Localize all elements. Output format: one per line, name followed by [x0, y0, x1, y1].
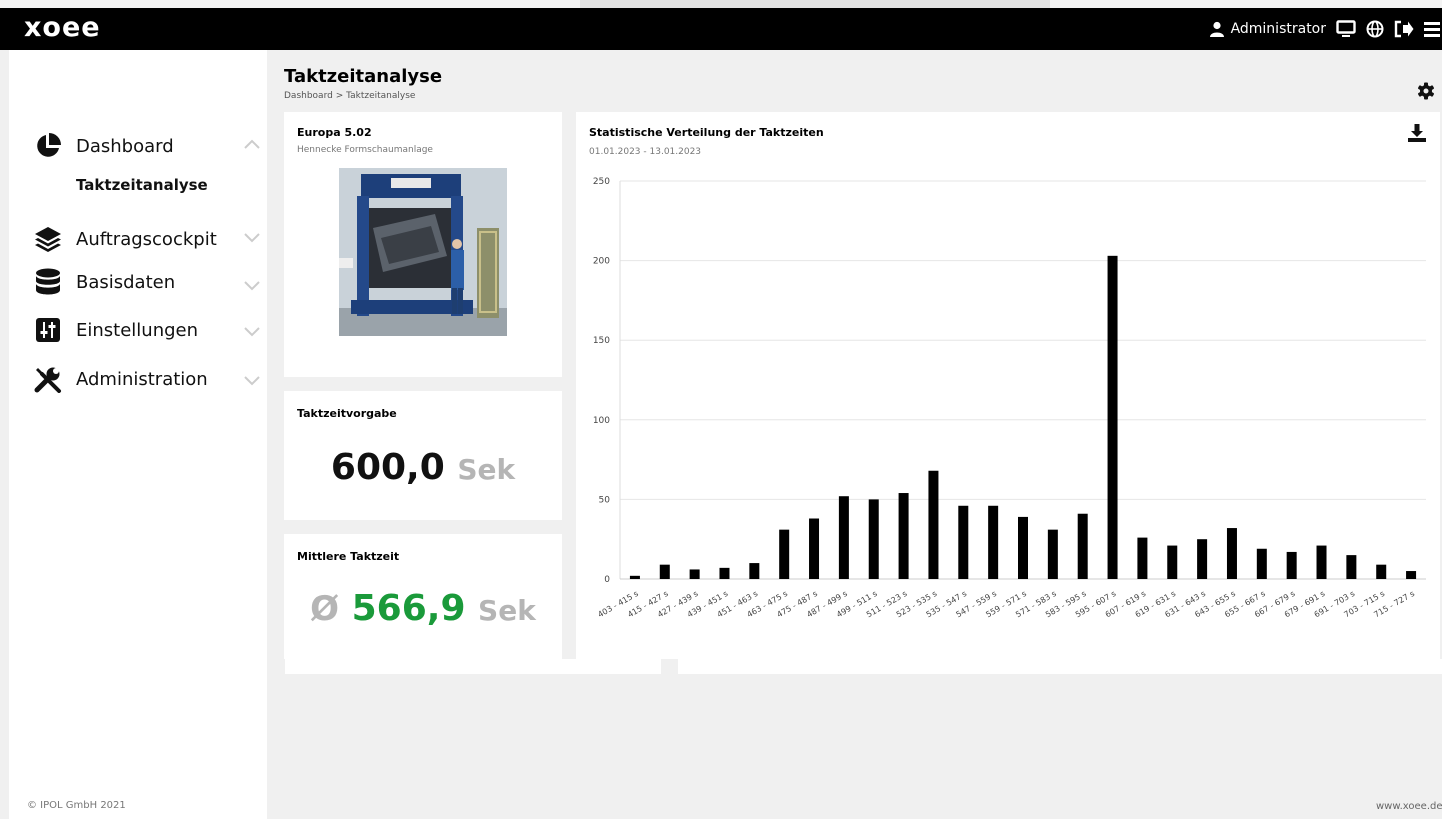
sidebar-item-label: Auftragscockpit [76, 228, 217, 250]
histogram-bar [1256, 548, 1267, 579]
histogram-bar [689, 569, 700, 579]
histogram-bar [838, 496, 849, 579]
chevron-down-icon [244, 376, 260, 386]
monitor-icon[interactable] [1336, 20, 1356, 38]
histogram-bar [749, 563, 760, 579]
machine-type: Hennecke Formschaumanlage [297, 145, 433, 155]
histogram-bar [1167, 545, 1178, 579]
target-value-display: 600,0 Sek [284, 447, 562, 488]
sidebar-item-label: Dashboard [76, 135, 174, 157]
histogram-bar [958, 505, 969, 579]
logout-icon[interactable] [1394, 20, 1414, 38]
machine-image [339, 168, 507, 336]
breadcrumb[interactable]: Dashboard > Taktzeitanalyse [284, 91, 415, 101]
histogram-bar [659, 564, 670, 579]
copyright-text: © IPOL GmbH 2021 [27, 800, 126, 811]
cycle-time-distribution-card: Statistische Verteilung der Taktzeiten 0… [576, 112, 1440, 659]
mean-unit: Sek [478, 594, 536, 627]
target-unit: Sek [457, 453, 516, 486]
user-name: Administrator [1230, 21, 1326, 37]
gear-icon[interactable] [1417, 82, 1435, 100]
app-logo[interactable]: xoee [24, 12, 101, 43]
histogram-bar [868, 499, 879, 579]
sidebar-subitem-taktzeitanalyse[interactable]: Taktzeitanalyse [76, 176, 208, 194]
footer-url[interactable]: www.xoee.de [1376, 801, 1442, 812]
histogram-bar [1376, 564, 1387, 579]
sidebar-item-label: Administration [76, 368, 208, 390]
histogram-bar [719, 567, 730, 579]
pie-chart-icon [33, 131, 63, 161]
histogram-bar [779, 529, 790, 579]
sidebar: Dashboard Taktzeitanalyse Auftragscockpi… [9, 50, 267, 819]
user-menu[interactable]: Administrator [1209, 21, 1326, 37]
target-cycle-time-card: Taktzeitvorgabe 600,0 Sek [284, 391, 562, 520]
y-tick-label: 250 [593, 177, 610, 187]
top-navbar: xoee Administrator [0, 8, 1442, 50]
mean-value: 566,9 [351, 588, 466, 629]
histogram-bar [1406, 571, 1417, 579]
hamburger-menu-icon[interactable] [1424, 20, 1440, 38]
mean-title: Mittlere Taktzeit [297, 550, 400, 563]
layers-icon [33, 224, 63, 254]
y-tick-label: 150 [593, 336, 610, 346]
page-title: Taktzeitanalyse [284, 66, 443, 87]
sliders-icon [33, 315, 63, 345]
sidebar-item-label: Einstellungen [76, 319, 199, 341]
user-icon [1209, 21, 1224, 37]
sidebar-item-basisdaten[interactable]: Basisdaten [33, 265, 261, 299]
histogram-bar [1286, 551, 1297, 579]
globe-icon[interactable] [1366, 20, 1384, 38]
y-tick-label: 100 [593, 416, 610, 426]
chevron-down-icon [244, 281, 260, 291]
database-icon [33, 267, 63, 297]
histogram-bar [1047, 529, 1058, 579]
mean-prefix: Ø [310, 589, 340, 629]
machine-name: Europa 5.02 [297, 126, 372, 139]
histogram-bar [898, 493, 909, 579]
histogram-bar [1137, 537, 1148, 579]
histogram-bar [1107, 255, 1118, 579]
sidebar-item-auftragscockpit[interactable]: Auftragscockpit [33, 222, 261, 256]
mean-value-display: Ø 566,9 Sek [284, 588, 562, 629]
sidebar-item-dashboard[interactable]: Dashboard [33, 129, 261, 163]
mean-cycle-time-card: Mittlere Taktzeit Ø 566,9 Sek [284, 534, 562, 659]
chevron-up-icon [244, 139, 260, 149]
y-tick-label: 50 [599, 495, 611, 505]
y-tick-label: 0 [604, 575, 610, 585]
sidebar-item-administration[interactable]: Administration [33, 362, 261, 396]
histogram-bar [1346, 555, 1357, 579]
histogram-bar [1018, 516, 1028, 579]
histogram-bar [1226, 528, 1237, 579]
sidebar-item-einstellungen[interactable]: Einstellungen [33, 313, 261, 347]
histogram-bar [1316, 545, 1327, 579]
histogram-chart: 050100150200250403 - 415 s415 - 427 s427… [593, 177, 1426, 619]
histogram-bar [809, 518, 820, 579]
tools-icon [33, 364, 63, 394]
machine-card: Europa 5.02 Hennecke Formschaumanlage [284, 112, 562, 377]
target-title: Taktzeitvorgabe [297, 407, 397, 420]
histogram-bar [629, 575, 640, 579]
sidebar-item-label: Basisdaten [76, 271, 176, 293]
chevron-down-icon [244, 233, 260, 243]
histogram-bar [1077, 513, 1088, 579]
window-top-strip [0, 0, 1442, 8]
top-actions: Administrator [1209, 8, 1442, 50]
histogram-bar [1197, 539, 1208, 579]
histogram-bar [988, 505, 999, 579]
target-value: 600,0 [330, 447, 445, 488]
histogram-bar [928, 470, 939, 579]
y-tick-label: 200 [593, 257, 610, 267]
chevron-down-icon [244, 327, 260, 337]
